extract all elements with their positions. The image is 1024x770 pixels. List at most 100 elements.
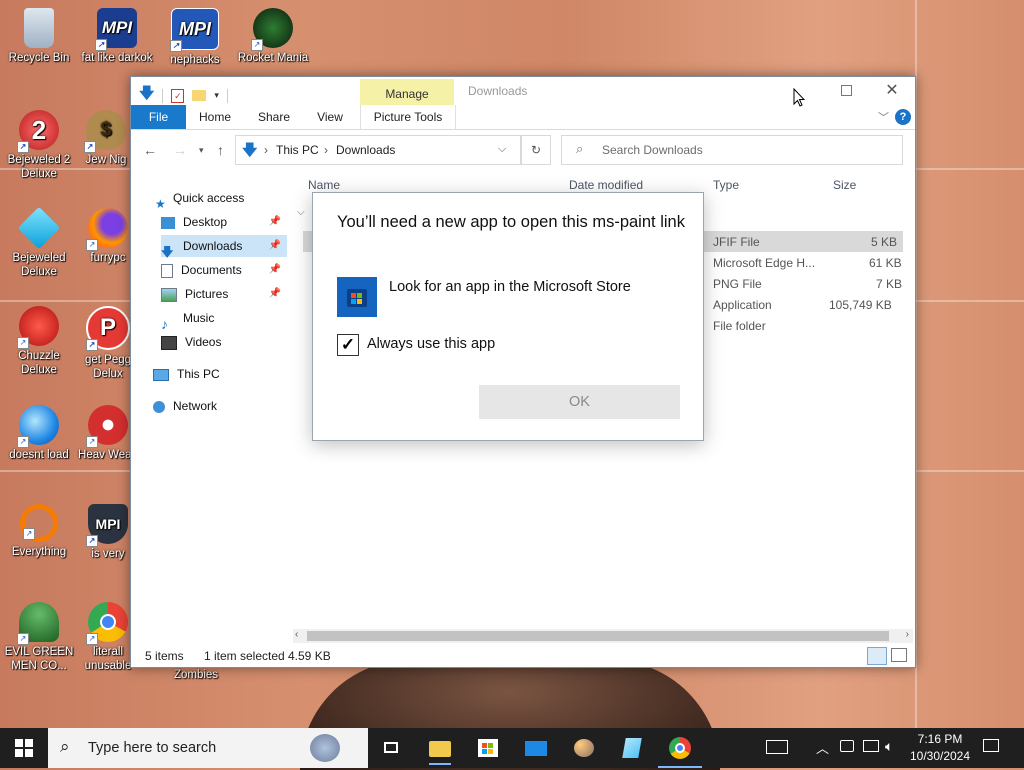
status-selection-size: 4.59 KB [288,649,331,663]
breadcrumb-downloads[interactable]: Downloads [336,143,395,157]
microsoft-store-taskbar-icon[interactable] [476,736,500,760]
taskbar-search-box[interactable]: ⌕ Type here to search [48,728,368,768]
notification-icon[interactable] [983,739,999,752]
breadcrumb-this-pc[interactable]: This PC [276,143,319,157]
tab-share[interactable]: Share [255,105,293,129]
sidebar-item-music[interactable]: ♪ Music [161,307,287,332]
pin-icon[interactable]: 📌 [269,283,281,305]
maximize-icon [840,85,852,97]
scrollbar-thumb[interactable] [307,631,889,641]
money-bag-icon: $ ↗ [84,110,126,153]
address-bar[interactable]: 🡇 › This PC › Downloads ⌵ [235,135,521,165]
desktop-icon-evil-green-men[interactable]: ↗ EVIL GREEN MEN CO... [3,602,75,673]
recent-locations-icon[interactable]: ▾ [199,145,204,156]
sidebar-item-this-pc[interactable]: This PC [153,363,287,385]
ok-button[interactable]: OK [479,385,680,419]
sidebar-item-pictures[interactable]: Pictures 📌 [161,283,287,305]
mail-icon[interactable] [524,736,548,760]
task-view-icon[interactable] [380,736,404,760]
desktop-icon-chrome[interactable]: ↗ literall unusable [78,602,138,673]
desktop-icon-everything[interactable]: ↗ Everything [3,504,75,559]
desktop-icon-heavy-weapon[interactable]: ↗ Heav Weap [78,405,138,462]
group-collapse-icon[interactable]: ⌵ [297,207,305,218]
sidebar-item-network[interactable]: Network [153,395,287,417]
new-folder-icon[interactable] [192,90,207,101]
back-arrow-icon[interactable]: ← [143,142,157,158]
details-view-icon[interactable] [867,647,887,665]
chevron-down-icon[interactable]: ⌵ [498,143,506,156]
desktop-icon-rocket-mania[interactable]: ↗ Rocket Mania [237,8,309,65]
tab-file[interactable]: File [131,105,186,129]
close-button[interactable]: ✕ [869,77,915,105]
desktop-icon-thunderbird[interactable]: ↗ doesnt load [3,405,75,462]
show-hidden-icons-icon[interactable]: ︿ [816,738,829,757]
horizontal-scrollbar[interactable]: ‹ › [293,629,913,643]
refresh-button[interactable]: ↻ [521,135,551,165]
pin-icon[interactable]: 📌 [269,235,281,257]
pictures-icon [161,287,177,302]
forward-arrow-icon[interactable]: → [173,142,187,158]
up-arrow-icon[interactable]: ↑ [217,142,224,158]
desktop-icon-recycle-bin[interactable]: Recycle Bin [3,8,75,65]
row-type: Application [713,298,772,312]
desktop-icon-furrypc[interactable]: ↗ furrypc [78,208,138,265]
desktop-icon-label: Bejeweled Deluxe [12,252,66,278]
ribbon-expand-icon[interactable]: ﹀ [878,109,889,125]
chevron-down-icon[interactable]: ▾ [214,90,219,101]
desktop-icon-is-very[interactable]: MPI ↗ is very [78,504,138,561]
meet-now-icon[interactable] [840,740,854,752]
paint-palette-icon[interactable] [572,736,596,760]
scroll-right-icon[interactable]: › [906,629,909,640]
news-widget-icon[interactable] [766,740,788,754]
mouse-cursor-icon [793,87,806,110]
tab-picture-tools[interactable]: Picture Tools [360,105,456,129]
tab-home[interactable]: Home [197,105,233,129]
maximize-button[interactable] [823,77,869,105]
desktop-icon-chuzzle[interactable]: ↗ Chuzzle Deluxe [3,306,75,377]
tab-view[interactable]: View [311,105,349,129]
pin-icon[interactable]: 📌 [269,211,281,233]
start-button[interactable] [0,728,48,768]
row-size: 7 KB [876,277,903,291]
sidebar-item-documents[interactable]: Documents 📌 [161,259,287,281]
desktop-icon-bejeweled-2[interactable]: 2 ↗ Bejeweled 2 Deluxe [3,110,75,181]
system-clock[interactable]: 7:16 PM 10/30/2024 [906,731,974,765]
help-icon[interactable]: ? [895,109,911,125]
desktop-icon-zombies[interactable]: Zombies [160,668,232,682]
sidebar-item-videos[interactable]: Videos [161,331,287,353]
large-icons-view-icon[interactable] [891,648,907,662]
sidebar-item-quick-access[interactable]: ★ Quick access [155,187,287,211]
pin-icon[interactable]: 📌 [269,259,281,281]
sidebar-item-label: Music [183,311,215,325]
music-icon: ♪ [161,315,168,332]
column-date-modified[interactable]: Date modified [569,178,643,192]
desktop-icon-peggle[interactable]: P ↗ get Pegg Delux [78,306,138,381]
properties-icon[interactable]: ✓ [171,88,185,103]
column-size[interactable]: Size [833,178,856,192]
chrome-taskbar-icon[interactable] [658,736,702,768]
row-size: 61 KB [869,256,902,270]
chevron-right-icon: › [264,143,268,157]
sidebar-item-desktop[interactable]: Desktop 📌 [161,211,287,233]
video-icon [161,335,177,350]
volume-icon[interactable]: 🔈︎ [885,738,893,755]
column-name[interactable]: Name [308,178,340,192]
search-box[interactable]: ⌕ Search Downloads [561,135,903,165]
desktop-icon-label: Recycle Bin [8,52,70,64]
file-explorer-taskbar-icon[interactable] [428,736,452,765]
network-status-icon[interactable] [863,740,879,752]
desktop-icon-fat-like-darkok[interactable]: MPI ↗ fat like darkok [81,8,153,65]
column-type[interactable]: Type [713,178,739,192]
notepad-icon[interactable] [620,736,644,760]
desktop-icon-label: EVIL GREEN MEN CO... [4,646,74,672]
scroll-left-icon[interactable]: ‹ [295,629,298,640]
open-with-dialog: You’ll need a new app to open this ms-pa… [312,192,704,441]
thunderbird-icon: ↗ [17,405,59,448]
desktop-icon-jew-nig[interactable]: $ ↗ Jew Nig [76,110,136,167]
sidebar-item-downloads[interactable]: 🡇 Downloads 📌 [161,235,287,259]
document-icon [161,263,173,278]
always-use-checkbox[interactable]: ✓ [337,334,359,356]
desktop-icon-nephacks[interactable]: MPI ↗ nephacks [159,8,231,67]
desktop-icon-bejeweled-deluxe[interactable]: Bejeweled Deluxe [3,206,75,279]
microsoft-store-icon [337,277,377,317]
